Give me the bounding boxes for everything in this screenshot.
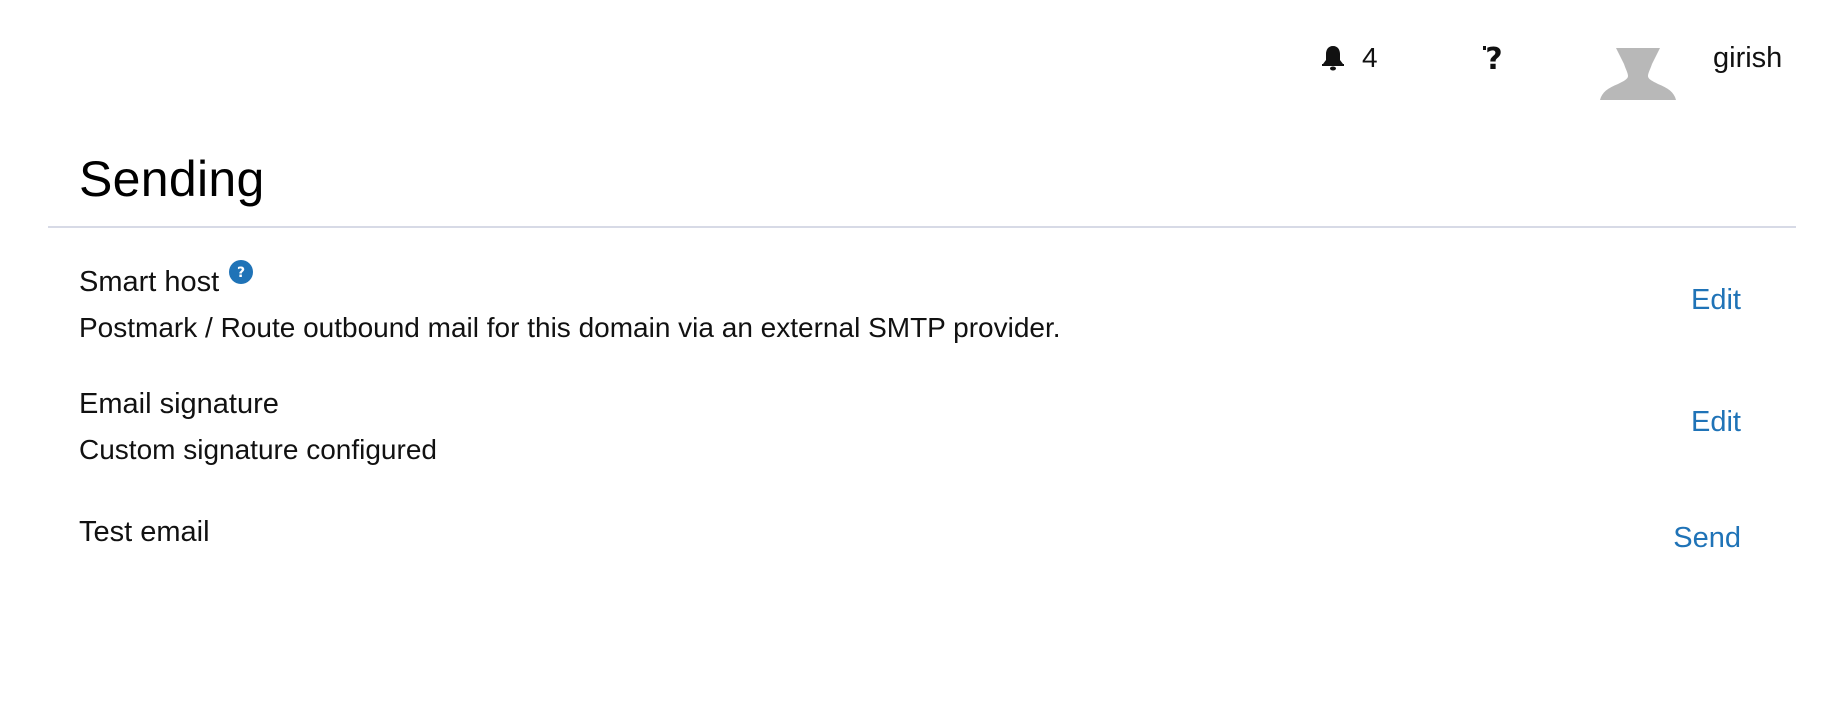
svg-text:?: ? xyxy=(1485,42,1502,76)
setting-title: Smart host ? xyxy=(79,260,254,299)
setting-row-email-signature: Email signature Custom signature configu… xyxy=(0,384,1836,474)
send-test-email-button[interactable]: Send xyxy=(1673,522,1741,555)
notification-count: 4 xyxy=(1362,42,1378,73)
username-label[interactable]: girish xyxy=(1713,42,1782,75)
header-divider xyxy=(48,226,1796,228)
svg-text:?: ? xyxy=(237,265,245,281)
edit-email-signature-button[interactable]: Edit xyxy=(1691,406,1741,439)
user-avatar[interactable] xyxy=(1596,46,1680,100)
page-title: Sending xyxy=(79,151,265,207)
setting-row-test-email: Test email Send xyxy=(0,512,1836,572)
setting-description: Postmark / Route outbound mail for this … xyxy=(79,312,1061,343)
help-button[interactable]: ? xyxy=(1478,40,1510,76)
setting-row-smart-host: Smart host ? Postmark / Route outbound m… xyxy=(0,260,1836,352)
setting-title-text: Smart host xyxy=(79,266,220,298)
edit-smart-host-button[interactable]: Edit xyxy=(1691,284,1741,317)
top-bar: 4 ? girish xyxy=(0,0,1836,110)
info-icon[interactable]: ? xyxy=(229,260,254,284)
bell-icon xyxy=(1322,46,1344,71)
setting-title: Email signature xyxy=(79,388,279,420)
question-circle-icon: ? xyxy=(229,260,254,284)
user-avatar-icon xyxy=(1600,48,1676,100)
help-icon: ? xyxy=(1483,42,1503,76)
sending-settings-page: 4 ? girish Sending Smart host ? Postmark… xyxy=(0,0,1836,720)
notifications-button[interactable]: 4 xyxy=(1320,40,1378,76)
setting-description: Custom signature configured xyxy=(79,434,437,465)
setting-title: Test email xyxy=(79,516,210,548)
